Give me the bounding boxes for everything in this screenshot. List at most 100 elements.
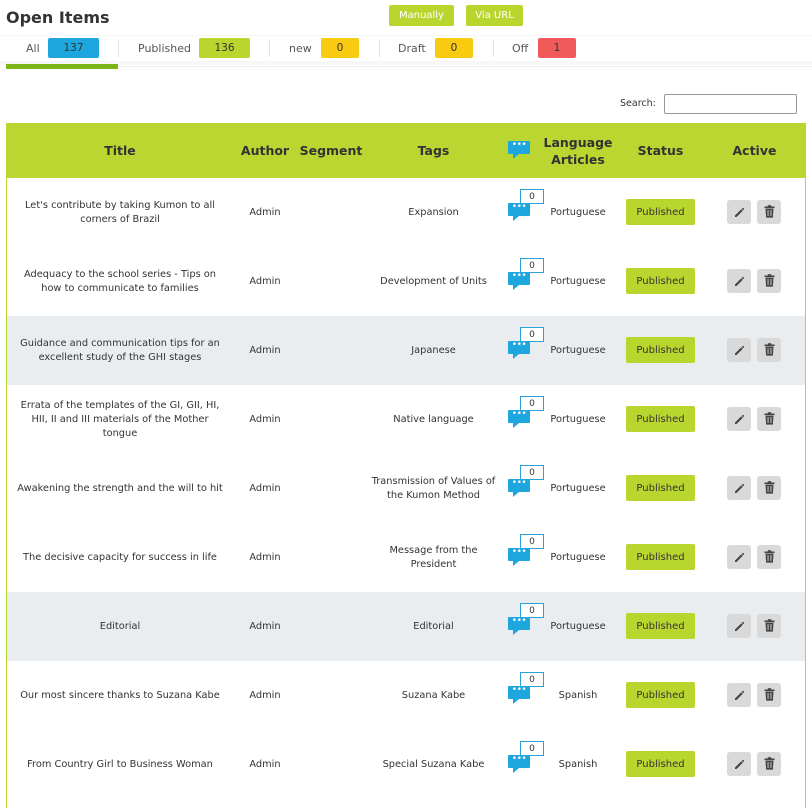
edit-button[interactable] xyxy=(727,200,751,224)
status-badge[interactable]: Published xyxy=(626,682,695,708)
table-row: Errata of the templates of the GI, GII, … xyxy=(7,385,805,454)
comment-dots: ••• xyxy=(511,685,527,695)
column-header-author[interactable]: Author xyxy=(235,123,295,178)
delete-button[interactable] xyxy=(757,338,781,362)
status-badge[interactable]: Published xyxy=(626,268,695,294)
delete-button[interactable] xyxy=(757,476,781,500)
row-author: Admin xyxy=(249,344,281,356)
row-title[interactable]: Errata of the templates of the GI, GII, … xyxy=(15,385,225,454)
column-header-title[interactable]: Title xyxy=(15,123,225,178)
status-badge[interactable]: Published xyxy=(626,613,695,639)
delete-button[interactable] xyxy=(757,200,781,224)
status-filter-bar: All 137 Published 136 new 0 Draft 0 Off … xyxy=(0,36,812,61)
filter-count-badge: 0 xyxy=(321,38,359,58)
comments-button[interactable]: 0 ••• xyxy=(508,603,544,635)
row-title[interactable]: From Country Girl to Business Woman xyxy=(15,730,225,799)
table-row: Awakening the strength and the will to h… xyxy=(7,454,805,523)
column-header-segment[interactable]: Segment xyxy=(297,123,365,178)
pencil-icon xyxy=(733,203,745,222)
comments-button[interactable]: 0 ••• xyxy=(508,258,544,290)
comment-dots: ••• xyxy=(511,340,527,350)
row-title[interactable]: The decisive capacity for success in lif… xyxy=(15,523,225,592)
add-manually-button[interactable]: Manually xyxy=(389,5,454,26)
filter-label: Off xyxy=(512,42,529,55)
table-row: The decisive capacity for success in lif… xyxy=(7,523,805,592)
edit-button[interactable] xyxy=(727,338,751,362)
column-header-tags[interactable]: Tags xyxy=(367,123,500,178)
items-table: Title Author Segment Tags ••• Language A… xyxy=(6,123,806,808)
delete-button[interactable] xyxy=(757,545,781,569)
filter-bar-divider xyxy=(118,66,812,67)
delete-button[interactable] xyxy=(757,683,781,707)
row-title[interactable]: Awakening the strength and the will to h… xyxy=(15,454,225,523)
row-language: Portuguese xyxy=(550,413,606,425)
edit-button[interactable] xyxy=(727,683,751,707)
delete-button[interactable] xyxy=(757,614,781,638)
filter-draft[interactable]: Draft 0 xyxy=(380,36,492,61)
comment-dots: ••• xyxy=(511,754,527,764)
column-header-language-line1: Language xyxy=(543,134,613,150)
status-badge[interactable]: Published xyxy=(626,337,695,363)
edit-button[interactable] xyxy=(727,407,751,431)
row-title[interactable]: Let's contribute by taking Kumon to all … xyxy=(15,178,225,247)
filter-off[interactable]: Off 1 xyxy=(494,36,584,61)
pencil-icon xyxy=(733,686,745,705)
row-tags: Message from the President xyxy=(389,544,478,570)
column-header-active[interactable]: Active xyxy=(717,123,792,178)
comments-button[interactable]: 0 ••• xyxy=(508,396,544,428)
status-badge[interactable]: Published xyxy=(626,751,695,777)
pencil-icon xyxy=(733,548,745,567)
search-input[interactable] xyxy=(664,94,797,114)
row-tags: Expansion xyxy=(408,206,459,218)
row-language: Portuguese xyxy=(550,344,606,356)
column-header-language-line2: Articles xyxy=(551,151,605,167)
trash-icon xyxy=(764,686,775,705)
row-author: Admin xyxy=(249,689,281,701)
pencil-icon xyxy=(733,479,745,498)
row-author: Admin xyxy=(249,482,281,494)
edit-button[interactable] xyxy=(727,545,751,569)
edit-button[interactable] xyxy=(727,476,751,500)
row-tags: Special Suzana Kabe xyxy=(382,758,485,770)
comments-button[interactable]: 0 ••• xyxy=(508,741,544,773)
status-badge[interactable]: Published xyxy=(626,406,695,432)
delete-button[interactable] xyxy=(757,269,781,293)
row-language: Portuguese xyxy=(550,620,606,632)
row-title[interactable]: Our most sincere thanks to Suzana Kabe xyxy=(15,661,225,730)
edit-button[interactable] xyxy=(727,269,751,293)
row-author: Admin xyxy=(249,620,281,632)
comments-button[interactable]: 0 ••• xyxy=(508,465,544,497)
column-header-status[interactable]: Status xyxy=(626,123,695,178)
edit-button[interactable] xyxy=(727,752,751,776)
delete-button[interactable] xyxy=(757,407,781,431)
comments-button[interactable]: 0 ••• xyxy=(508,327,544,359)
column-header-language[interactable]: Language Articles xyxy=(542,123,614,178)
row-title[interactable]: Guidance and communication tips for an e… xyxy=(15,316,225,385)
filter-new[interactable]: new 0 xyxy=(270,36,378,61)
comments-button[interactable]: 0 ••• xyxy=(508,534,544,566)
table-header: Title Author Segment Tags ••• Language A… xyxy=(7,123,805,178)
comment-icon[interactable]: ••• xyxy=(508,141,530,159)
pencil-icon xyxy=(733,341,745,360)
status-badge[interactable]: Published xyxy=(626,475,695,501)
add-via-url-button[interactable]: Via URL xyxy=(466,5,523,26)
filter-label: Published xyxy=(138,42,191,55)
row-language: Portuguese xyxy=(550,206,606,218)
row-tags: Japanese xyxy=(411,344,456,356)
table-row: Guidance and communication tips for an e… xyxy=(7,316,805,385)
row-title[interactable]: Adequacy to the school series - Tips on … xyxy=(15,247,225,316)
filter-all[interactable]: All 137 xyxy=(0,36,110,61)
edit-button[interactable] xyxy=(727,614,751,638)
status-badge[interactable]: Published xyxy=(626,199,695,225)
pencil-icon xyxy=(733,272,745,291)
filter-published[interactable]: Published 136 xyxy=(119,36,269,61)
comments-button[interactable]: 0 ••• xyxy=(508,672,544,704)
row-title[interactable]: Editorial xyxy=(15,592,225,661)
delete-button[interactable] xyxy=(757,752,781,776)
status-badge[interactable]: Published xyxy=(626,544,695,570)
comments-button[interactable]: 0 ••• xyxy=(508,189,544,221)
pencil-icon xyxy=(733,410,745,429)
filter-count-badge: 136 xyxy=(199,38,250,58)
row-author: Admin xyxy=(249,758,281,770)
comment-dots: ••• xyxy=(511,409,527,419)
